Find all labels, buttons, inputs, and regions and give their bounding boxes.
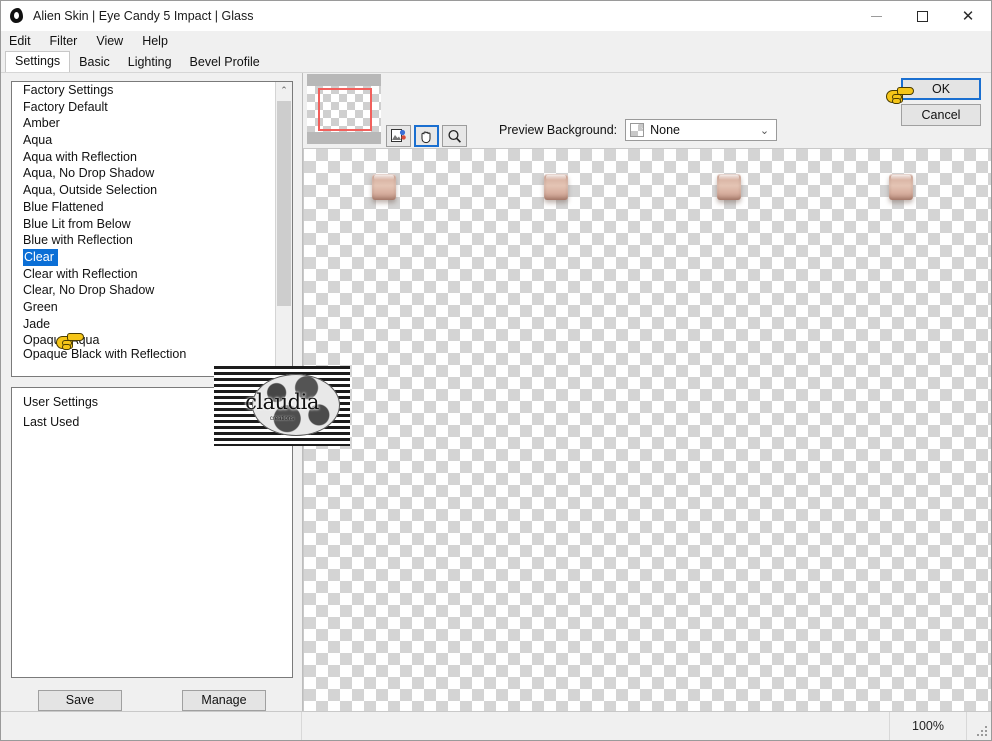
preview-panel: Preview Background: None ⌄ OK Cancel — [303, 73, 991, 711]
list-item[interactable]: Aqua — [12, 132, 275, 149]
statusbar-left — [1, 712, 302, 740]
navigator-thumbnail[interactable] — [307, 74, 381, 144]
user-settings-list: User Settings Last Used — [12, 388, 275, 678]
panel-divider — [274, 387, 275, 412]
list-item-selected[interactable]: Clear — [12, 248, 275, 266]
preview-toolbar: Preview Background: None ⌄ OK Cancel — [303, 73, 991, 148]
window-title: Alien Skin | Eye Candy 5 Impact | Glass — [33, 9, 254, 23]
menu-item-edit[interactable]: Edit — [9, 34, 41, 48]
settings-panel: Factory Settings Factory Default Amber A… — [1, 73, 350, 711]
statusbar-message — [302, 712, 890, 740]
list-item[interactable]: Factory Settings — [12, 82, 275, 99]
close-button[interactable]: ✕ — [945, 1, 991, 31]
scroll-up-icon[interactable]: ⌃ — [276, 82, 292, 99]
tab-basic[interactable]: Basic — [70, 52, 119, 72]
list-item[interactable]: Amber — [12, 115, 275, 132]
menu-item-help[interactable]: Help — [142, 34, 178, 48]
glass-object — [889, 174, 913, 200]
list-item[interactable]: Last Used — [12, 414, 275, 431]
list-item[interactable]: Aqua, Outside Selection — [12, 182, 275, 199]
preview-tools — [386, 125, 467, 147]
tab-lighting[interactable]: Lighting — [118, 52, 181, 72]
image-tool-icon — [391, 129, 406, 142]
glass-object — [372, 174, 396, 200]
list-item[interactable]: Blue with Reflection — [12, 232, 275, 249]
maximize-button[interactable] — [899, 1, 945, 31]
application-window: Alien Skin | Eye Candy 5 Impact | Glass … — [0, 0, 992, 741]
list-item[interactable]: User Settings — [12, 394, 275, 411]
transparency-swatch-icon — [630, 123, 645, 137]
preview-background-row: Preview Background: None ⌄ — [499, 119, 778, 141]
preview-background-value: None — [650, 123, 681, 137]
presets-list: Factory Settings Factory Default Amber A… — [12, 82, 275, 376]
presets-scrollbar[interactable]: ⌃ — [275, 82, 292, 376]
navigator-viewport-rect[interactable] — [318, 88, 372, 131]
preview-canvas[interactable] — [304, 149, 991, 711]
list-item[interactable]: Factory Default — [12, 99, 275, 116]
image-tool-button[interactable] — [386, 125, 411, 147]
tab-bar: Settings Basic Lighting Bevel Profile — [1, 51, 991, 72]
ok-button[interactable]: OK — [901, 78, 981, 100]
main-body: Factory Settings Factory Default Amber A… — [1, 72, 991, 711]
preview-background-label: Preview Background: — [499, 123, 618, 137]
list-item[interactable]: Opaque Black with Reflection — [12, 349, 275, 360]
resize-grip[interactable] — [967, 712, 991, 740]
list-item[interactable]: Jade — [12, 316, 275, 333]
list-item[interactable]: Opaque Aqua — [12, 332, 275, 349]
minimize-button[interactable] — [853, 1, 899, 31]
list-item[interactable]: Clear, No Drop Shadow — [12, 282, 275, 299]
magnifier-icon — [448, 129, 461, 143]
glass-object — [544, 174, 568, 200]
titlebar: Alien Skin | Eye Candy 5 Impact | Glass … — [1, 1, 991, 31]
list-item[interactable]: Blue Flattened — [12, 199, 275, 216]
user-settings-listbox[interactable]: User Settings Last Used — [11, 386, 293, 678]
manage-button[interactable]: Manage — [182, 690, 266, 711]
list-item-label: Clear — [23, 248, 58, 266]
menu-item-filter[interactable]: Filter — [50, 34, 88, 48]
presets-listbox[interactable]: Factory Settings Factory Default Amber A… — [11, 81, 293, 377]
hand-icon — [421, 131, 431, 143]
zoom-level: 100% — [890, 712, 967, 740]
dialog-buttons: OK Cancel — [901, 78, 981, 126]
menubar: Edit Filter View Help — [1, 31, 991, 51]
tab-bevel-profile[interactable]: Bevel Profile — [180, 52, 269, 72]
window-controls: ✕ — [853, 1, 991, 31]
list-item[interactable]: Aqua, No Drop Shadow — [12, 165, 275, 182]
glass-object — [717, 174, 741, 200]
chevron-down-icon[interactable]: ⌄ — [760, 124, 769, 137]
tab-settings[interactable]: Settings — [5, 51, 71, 72]
preview-background-select[interactable]: None ⌄ — [625, 119, 778, 141]
scrollbar-thumb[interactable] — [277, 101, 291, 306]
menu-item-view[interactable]: View — [96, 34, 133, 48]
list-item[interactable]: Clear with Reflection — [12, 266, 275, 283]
hand-tool-button[interactable] — [414, 125, 439, 147]
preset-actions: Save Manage — [11, 690, 293, 711]
statusbar: 100% — [1, 711, 991, 740]
cancel-button[interactable]: Cancel — [901, 104, 981, 126]
zoom-tool-button[interactable] — [442, 125, 467, 147]
save-button[interactable]: Save — [38, 690, 122, 711]
list-item[interactable]: Blue Lit from Below — [12, 216, 275, 233]
list-item[interactable]: Aqua with Reflection — [12, 149, 275, 166]
list-item[interactable]: Green — [12, 299, 275, 316]
alien-head-icon — [8, 7, 26, 25]
preview-canvas-wrap[interactable] — [303, 148, 991, 711]
